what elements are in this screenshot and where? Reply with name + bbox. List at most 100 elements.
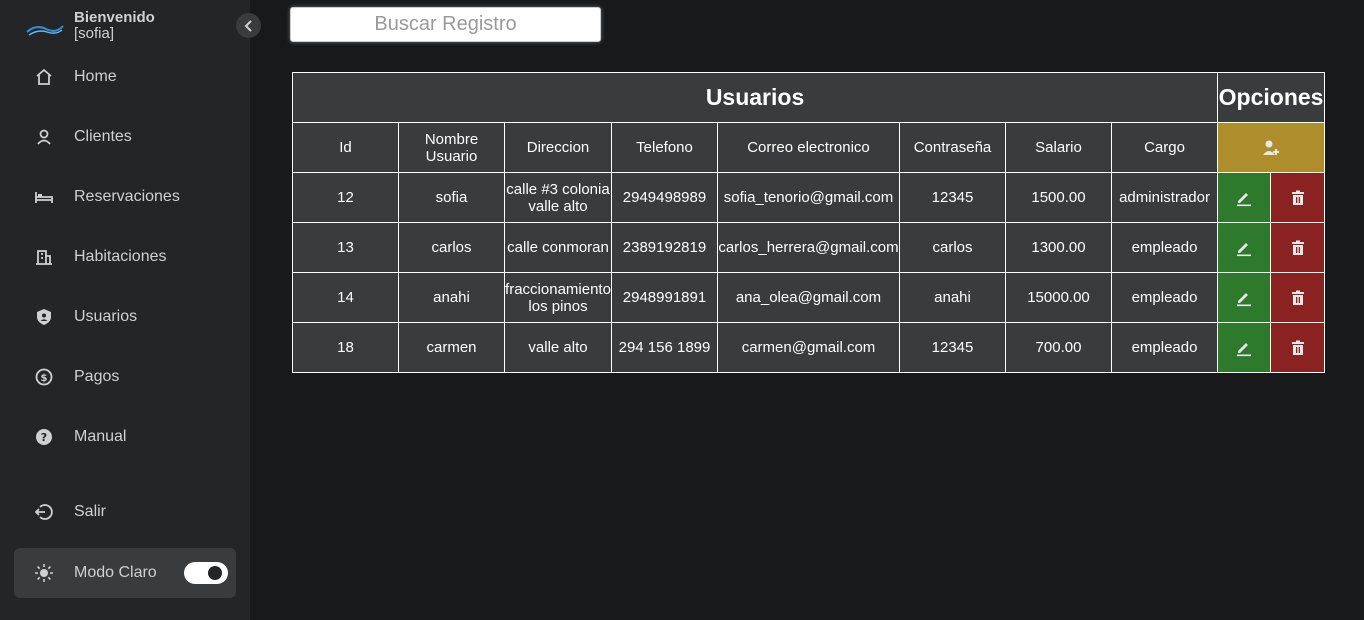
chevron-left-icon bbox=[244, 19, 252, 32]
table-row: 13 carlos calle conmoran 2389192819 carl… bbox=[292, 222, 1326, 273]
users-table: Usuarios Opciones Id Nombre Usuario Dire… bbox=[291, 72, 1326, 373]
toggle-knob bbox=[208, 566, 222, 580]
edit-button[interactable] bbox=[1217, 222, 1272, 273]
cell-salary: 700.00 bbox=[1005, 322, 1112, 373]
cell-role: administrador bbox=[1110, 172, 1219, 223]
sidebar-item-habitaciones[interactable]: Habitaciones bbox=[14, 233, 236, 281]
theme-toggle-switch[interactable] bbox=[184, 562, 228, 584]
cell-id: 14 bbox=[292, 272, 399, 323]
delete-button[interactable] bbox=[1270, 322, 1326, 373]
sidebar-item-pagos[interactable]: $ Pagos bbox=[14, 353, 236, 401]
help-circle-icon: ? bbox=[14, 427, 74, 447]
cell-password: anahi bbox=[899, 272, 1006, 323]
table-header-row: Id Nombre Usuario Direccion Telefono Cor… bbox=[292, 122, 1326, 173]
column-header: Id bbox=[292, 122, 399, 173]
column-header: Cargo bbox=[1110, 122, 1219, 173]
dollar-circle-icon: $ bbox=[14, 367, 74, 387]
add-user-button[interactable] bbox=[1217, 122, 1326, 173]
svg-text:$: $ bbox=[41, 373, 48, 384]
cell-address: fraccionamiento los pinos bbox=[504, 272, 612, 323]
cell-role: empleado bbox=[1110, 222, 1219, 273]
wave-logo-icon bbox=[26, 25, 64, 36]
logout-button[interactable]: Salir bbox=[14, 488, 236, 536]
cell-password: carlos bbox=[899, 222, 1006, 273]
shield-user-icon bbox=[14, 307, 74, 327]
edit-icon bbox=[1237, 192, 1252, 206]
cell-email: sofia_tenorio@gmail.com bbox=[717, 172, 900, 223]
sidebar-item-clientes[interactable]: Clientes bbox=[14, 113, 236, 161]
brand: Bienvenido [sofia] bbox=[26, 8, 236, 48]
username-text: [sofia] bbox=[74, 25, 115, 42]
add-user-icon bbox=[1263, 140, 1280, 155]
search-input[interactable] bbox=[290, 7, 601, 42]
sidebar-item-label: Manual bbox=[74, 428, 127, 445]
user-icon bbox=[14, 127, 74, 147]
sidebar-collapse-button[interactable] bbox=[236, 13, 261, 38]
cell-address: valle alto bbox=[504, 322, 612, 373]
edit-button[interactable] bbox=[1217, 272, 1272, 323]
trash-icon bbox=[1291, 340, 1304, 355]
trash-icon bbox=[1291, 240, 1304, 255]
cell-email: carlos_herrera@gmail.com bbox=[717, 222, 900, 273]
cell-id: 18 bbox=[292, 322, 399, 373]
welcome-text: Bienvenido bbox=[74, 9, 155, 26]
edit-button[interactable] bbox=[1217, 172, 1272, 223]
cell-salary: 15000.00 bbox=[1005, 272, 1112, 323]
options-title: Opciones bbox=[1217, 72, 1326, 123]
table-row: 12 sofia calle #3 colonia valle alto 294… bbox=[292, 172, 1326, 223]
sidebar-item-manual[interactable]: ? Manual bbox=[14, 413, 236, 461]
cell-role: empleado bbox=[1110, 272, 1219, 323]
column-header: Nombre Usuario bbox=[398, 122, 505, 173]
logout-icon bbox=[14, 502, 74, 522]
bed-icon bbox=[14, 187, 74, 207]
cell-username: anahi bbox=[398, 272, 505, 323]
cell-phone: 2949498989 bbox=[611, 172, 718, 223]
sun-icon bbox=[14, 563, 74, 583]
edit-icon bbox=[1237, 342, 1252, 356]
column-header: Telefono bbox=[611, 122, 718, 173]
delete-button[interactable] bbox=[1270, 272, 1326, 323]
delete-button[interactable] bbox=[1270, 222, 1326, 273]
delete-button[interactable] bbox=[1270, 172, 1326, 223]
cell-address: calle #3 colonia valle alto bbox=[504, 172, 612, 223]
column-header: Salario bbox=[1005, 122, 1112, 173]
mode-label: Modo Claro bbox=[74, 564, 157, 581]
sidebar-item-label: Reservaciones bbox=[74, 188, 180, 205]
building-icon bbox=[14, 247, 74, 267]
column-header: Direccion bbox=[504, 122, 612, 173]
sidebar-item-reservaciones[interactable]: Reservaciones bbox=[14, 173, 236, 221]
column-header: Contraseña bbox=[899, 122, 1006, 173]
cell-password: 12345 bbox=[899, 322, 1006, 373]
cell-phone: 2948991891 bbox=[611, 272, 718, 323]
sidebar-item-label: Pagos bbox=[74, 368, 120, 385]
table-row: 18 carmen valle alto 294 156 1899 carmen… bbox=[292, 322, 1326, 373]
edit-icon bbox=[1237, 292, 1252, 306]
sidebar: Bienvenido [sofia] Home Clientes Reserva… bbox=[0, 0, 261, 620]
cell-phone: 2389192819 bbox=[611, 222, 718, 273]
cell-id: 13 bbox=[292, 222, 399, 273]
edit-icon bbox=[1237, 242, 1252, 256]
cell-email: ana_olea@gmail.com bbox=[717, 272, 900, 323]
trash-icon bbox=[1291, 190, 1304, 205]
sidebar-item-home[interactable]: Home bbox=[14, 53, 236, 101]
cell-password: 12345 bbox=[899, 172, 1006, 223]
edit-button[interactable] bbox=[1217, 322, 1272, 373]
cell-salary: 1300.00 bbox=[1005, 222, 1112, 273]
cell-id: 12 bbox=[292, 172, 399, 223]
sidebar-item-label: Clientes bbox=[74, 128, 132, 145]
cell-username: carlos bbox=[398, 222, 505, 273]
sidebar-item-label: Usuarios bbox=[74, 308, 138, 325]
cell-phone: 294 156 1899 bbox=[611, 322, 718, 373]
logout-label: Salir bbox=[74, 503, 107, 520]
theme-mode-panel: Modo Claro bbox=[14, 548, 236, 598]
sidebar-item-label: Habitaciones bbox=[74, 248, 167, 265]
sidebar-item-usuarios[interactable]: Usuarios bbox=[14, 293, 236, 341]
cell-email: carmen@gmail.com bbox=[717, 322, 900, 373]
cell-username: carmen bbox=[398, 322, 505, 373]
cell-address: calle conmoran bbox=[504, 222, 612, 273]
cell-username: sofia bbox=[398, 172, 505, 223]
cell-salary: 1500.00 bbox=[1005, 172, 1112, 223]
trash-icon bbox=[1291, 290, 1304, 305]
sidebar-item-label: Home bbox=[74, 68, 117, 85]
svg-text:?: ? bbox=[41, 431, 47, 444]
